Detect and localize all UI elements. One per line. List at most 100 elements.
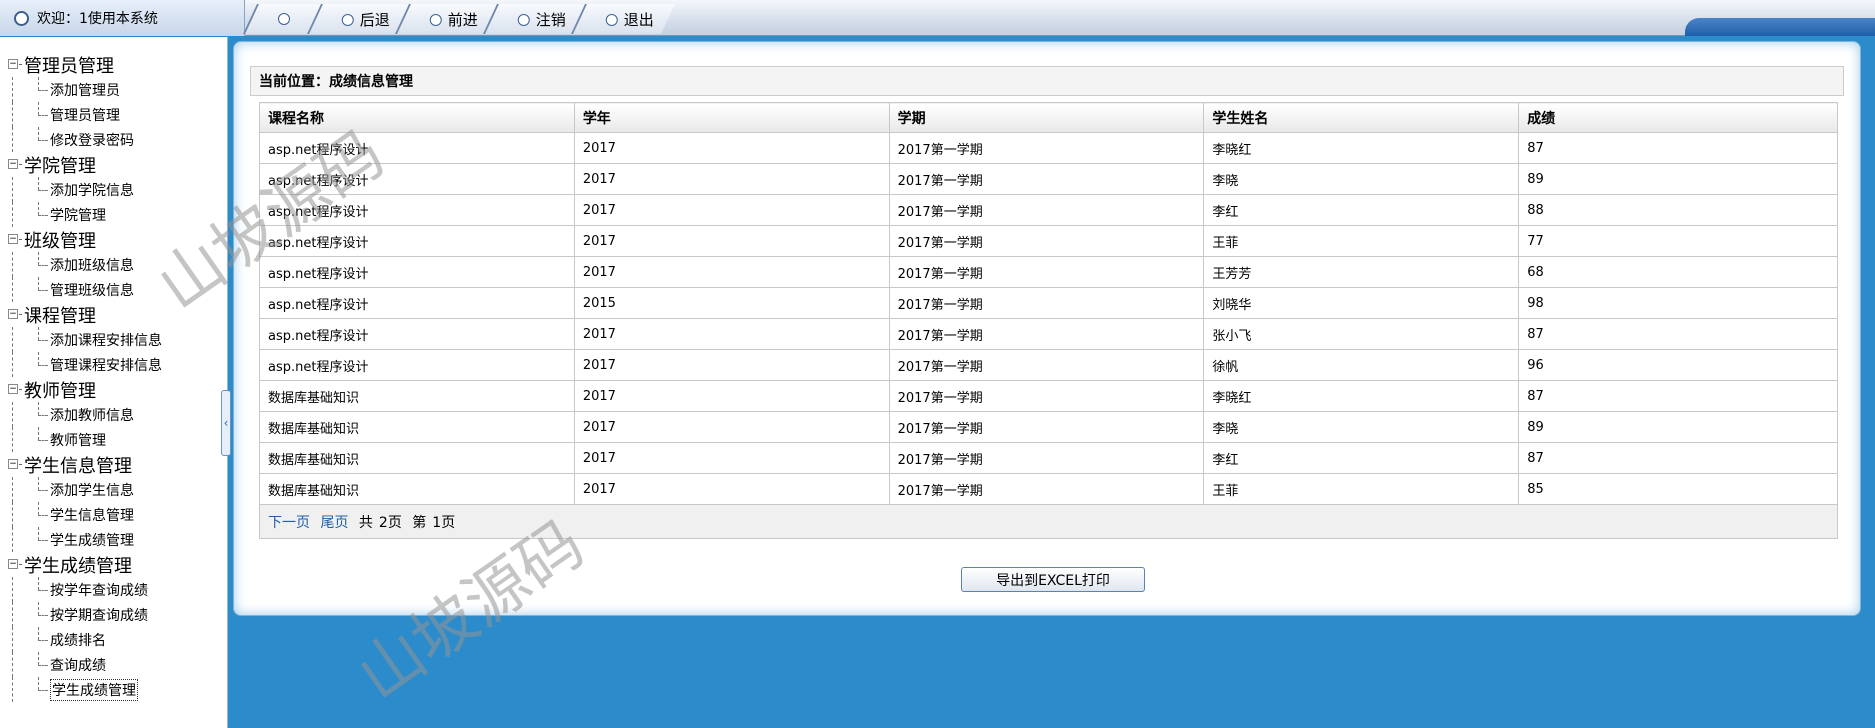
table-cell: 87 [1518,318,1838,350]
table-row[interactable]: 数据库基础知识 2017 2017第一学期 李红 87 [259,442,1838,474]
sidebar-item[interactable]: 成绩排名 [10,627,227,652]
sidebar-item[interactable]: 按学期查询成绩 [10,602,227,627]
table-cell: 88 [1518,194,1838,226]
sidebar-item[interactable]: 教师管理 [10,427,227,452]
collapse-minus-icon[interactable]: − [8,159,18,169]
sidebar-item[interactable]: 学生成绩管理 [10,527,227,552]
table-row[interactable]: 数据库基础知识 2017 2017第一学期 王菲 85 [259,473,1838,505]
table-row[interactable]: asp.net程序设计 2017 2017第一学期 王菲 77 [259,225,1838,257]
sidebar-item-label: 教师管理 [50,432,106,449]
table-cell: asp.net程序设计 [259,256,575,288]
sidebar-item[interactable]: 查询成绩 [10,652,227,677]
tree-line [12,177,13,202]
menu-group-title[interactable]: − 学生信息管理 [8,452,227,477]
table-row[interactable]: asp.net程序设计 2017 2017第一学期 张小飞 87 [259,318,1838,350]
sidebar-item[interactable]: 管理员管理 [10,102,227,127]
table-cell: 2017 [573,163,890,195]
menu-group-title[interactable]: − 管理员管理 [8,52,227,77]
sidebar-item-label: 添加学院信息 [50,182,134,199]
menu-group-title[interactable]: − 学生成绩管理 [8,552,227,577]
table-row[interactable]: asp.net程序设计 2015 2017第一学期 刘晓华 98 [259,287,1838,319]
collapse-minus-icon[interactable]: − [8,59,18,69]
sidebar-item-label: 添加学生信息 [50,482,134,499]
table-row[interactable]: 数据库基础知识 2017 2017第一学期 李晓红 87 [259,380,1838,412]
table-cell: 数据库基础知识 [259,473,575,505]
table-cell: 2017 [573,349,890,381]
menu-group-0: − 管理员管理 添加管理员 管理员管理 修改登录密码 [0,52,227,152]
menu-group-title[interactable]: − 班级管理 [8,227,227,252]
sidebar-item[interactable]: 添加学生信息 [10,477,227,502]
last-page-link[interactable]: 尾页 [320,515,348,531]
col-school-year[interactable]: 学年 [573,102,890,133]
menu-group-title[interactable]: − 教师管理 [8,377,227,402]
circle-icon [278,13,290,25]
content-panel: 当前位置：成绩信息管理 课程名称 学年 学期 学生姓名 成绩 asp.net程序… [233,41,1861,616]
collapse-minus-icon[interactable]: − [8,309,18,319]
col-semester[interactable]: 学期 [888,102,1205,133]
collapse-minus-icon[interactable]: − [8,234,18,244]
tree-line [12,627,13,652]
sidebar-item-label: 按学年查询成绩 [50,582,148,599]
table-row[interactable]: asp.net程序设计 2017 2017第一学期 徐帆 96 [259,349,1838,381]
table-cell: 2017第一学期 [888,256,1205,288]
export-excel-button[interactable]: 导出到EXCEL打印 [961,567,1145,592]
nav-tab-logout[interactable]: 注销 [483,4,588,34]
col-student-name[interactable]: 学生姓名 [1203,102,1520,133]
sidebar-item[interactable]: 添加班级信息 [10,252,227,277]
tree-line [12,402,13,427]
sidebar-item[interactable]: 管理课程安排信息 [10,352,227,377]
menu-group-label: 课程管理 [24,305,96,327]
table-cell: 2017第一学期 [888,287,1205,319]
tree-line [12,677,13,702]
table-cell: 85 [1518,473,1838,505]
collapse-minus-icon[interactable]: − [8,384,18,394]
sidebar-item[interactable]: 添加学院信息 [10,177,227,202]
table-cell: 李红 [1203,194,1520,226]
sidebar-item[interactable]: 学生成绩管理 [10,677,227,702]
table-cell: 68 [1518,256,1838,288]
sidebar-item[interactable]: 添加管理员 [10,77,227,102]
table-cell: 2017第一学期 [888,194,1205,226]
table-cell: 李晓 [1203,163,1520,195]
menu-group-title[interactable]: − 课程管理 [8,302,227,327]
tree-line [12,102,13,127]
table-cell: 2017第一学期 [888,349,1205,381]
sidebar-item[interactable]: 修改登录密码 [10,127,227,152]
table-cell: 数据库基础知识 [259,411,575,443]
table-cell: 2017 [573,132,890,164]
menu-group-title[interactable]: − 学院管理 [8,152,227,177]
nav-tab-forward[interactable]: 前进 [395,4,500,34]
table-cell: 89 [1518,411,1838,443]
table-row[interactable]: asp.net程序设计 2017 2017第一学期 李红 88 [259,194,1838,226]
table-cell: 96 [1518,349,1838,381]
sidebar-item[interactable]: 管理班级信息 [10,277,227,302]
sidebar-item-label: 查询成绩 [50,657,106,674]
sidebar-item-label: 添加教师信息 [50,407,134,424]
col-course-name[interactable]: 课程名称 [259,102,575,133]
table-cell: 98 [1518,287,1838,319]
sidebar-item[interactable]: 学院管理 [10,202,227,227]
collapse-minus-icon[interactable]: − [8,459,18,469]
sidebar-item[interactable]: 学生信息管理 [10,502,227,527]
tree-line [12,502,13,527]
sidebar-collapse-handle[interactable]: ‹ [221,390,231,456]
col-score[interactable]: 成绩 [1518,102,1838,133]
table-row[interactable]: 数据库基础知识 2017 2017第一学期 李晓 89 [259,411,1838,443]
collapse-minus-icon[interactable]: − [8,559,18,569]
table-cell: 数据库基础知识 [259,380,575,412]
table-cell: 2017 [573,256,890,288]
table-cell: asp.net程序设计 [259,318,575,350]
menu-group-label: 管理员管理 [24,55,114,77]
nav-tab-back[interactable]: 后退 [307,4,412,34]
table-row[interactable]: asp.net程序设计 2017 2017第一学期 李晓红 87 [259,132,1838,164]
nav-tab-exit[interactable]: 退出 [571,4,676,34]
table-row[interactable]: asp.net程序设计 2017 2017第一学期 王芳芳 68 [259,256,1838,288]
sidebar-item-label: 成绩排名 [50,632,106,649]
sidebar-item[interactable]: 按学年查询成绩 [10,577,227,602]
menu-group-3: − 课程管理 添加课程安排信息 管理课程安排信息 [0,302,227,377]
sidebar-item[interactable]: 添加教师信息 [10,402,227,427]
table-row[interactable]: asp.net程序设计 2017 2017第一学期 李晓 89 [259,163,1838,195]
next-page-link[interactable]: 下一页 [268,515,310,531]
sidebar-item[interactable]: 添加课程安排信息 [10,327,227,352]
